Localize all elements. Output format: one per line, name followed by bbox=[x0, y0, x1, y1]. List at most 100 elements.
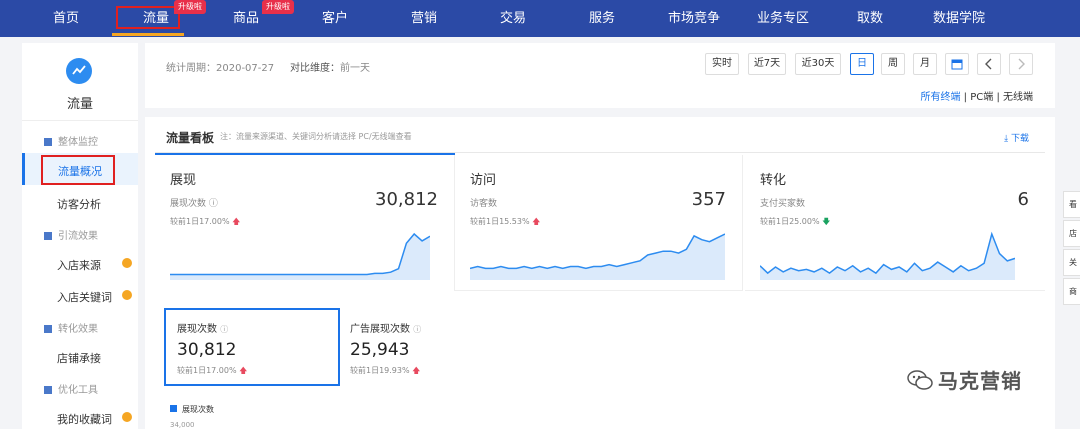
help-icon[interactable]: ⓘ bbox=[220, 325, 228, 334]
metric-compare: 较前1日15.53% 🡅 bbox=[470, 216, 540, 230]
nav-competition[interactable]: 市场竞争 bbox=[661, 0, 727, 37]
kpi-ad-impressions[interactable]: 广告展现次数 ⓘ 25,943 较前1日19.93% 🡅 bbox=[350, 320, 421, 379]
metric-card-visits[interactable]: 访问 访客数 357 较前1日15.53% 🡅 bbox=[455, 155, 743, 291]
group-label: 转化效果 bbox=[58, 324, 98, 335]
chart-legend: 展现次数 bbox=[170, 404, 214, 415]
right-tab-2[interactable]: 店 bbox=[1063, 220, 1080, 247]
metric-subtitle: 展现次数 ⓘ bbox=[170, 196, 218, 209]
sidebar-title: 流量 bbox=[66, 97, 93, 112]
terminal-switch: 所有终端 | PC端 | 无线端 bbox=[920, 88, 1033, 103]
nav-service[interactable]: 服务 bbox=[582, 0, 622, 37]
btn-7days[interactable]: 近7天 bbox=[748, 53, 786, 75]
nav-trade[interactable]: 交易 bbox=[493, 0, 533, 37]
nav-business[interactable]: 业务专区 bbox=[750, 0, 816, 37]
compare-value: 前一天 bbox=[340, 63, 371, 74]
arrow-up-icon: 🡅 bbox=[412, 366, 421, 375]
compare-text: 较前1日17.00% bbox=[177, 366, 237, 375]
btn-realtime[interactable]: 实时 bbox=[705, 53, 739, 75]
group-icon bbox=[44, 232, 52, 240]
board-title: 流量看板 bbox=[166, 131, 215, 145]
metric-card-impressions[interactable]: 展现 展现次数 ⓘ 30,812 较前1日17.00% 🡅 bbox=[155, 155, 455, 291]
group-label: 引流效果 bbox=[58, 231, 98, 242]
group-label: 整体监控 bbox=[58, 137, 98, 148]
right-tab-4[interactable]: 商 bbox=[1063, 278, 1080, 305]
legend-swatch bbox=[170, 405, 177, 412]
compare-text: 较前1日19.93% bbox=[350, 366, 410, 375]
nav-academy[interactable]: 数据学院 bbox=[926, 0, 992, 37]
group-optimize-tools: 优化工具 bbox=[44, 381, 98, 396]
top-navigation: 首页 流量 升级啦 商品 升级啦 客户 营销 交易 服务 市场竞争 业务专区 取… bbox=[0, 0, 1080, 37]
help-icon[interactable]: ⓘ bbox=[209, 199, 218, 209]
nav-product[interactable]: 商品 bbox=[226, 0, 266, 37]
btn-30days[interactable]: 近30天 bbox=[795, 53, 841, 75]
group-conversion: 转化效果 bbox=[44, 320, 98, 335]
sidebar: 流量 整体监控 流量概况 访客分析 引流效果 入店来源 入店关键词 转化效果 店… bbox=[22, 43, 138, 429]
metric-value: 357 bbox=[691, 189, 726, 210]
kpi-label: 广告展现次数 bbox=[350, 324, 410, 335]
sparkline-visits bbox=[470, 233, 725, 280]
group-overall: 整体监控 bbox=[44, 133, 98, 148]
sparkline-area bbox=[760, 234, 1015, 280]
sparkline-line bbox=[170, 232, 430, 276]
y-axis-tick: 34,000 bbox=[170, 421, 195, 429]
arrow-up-icon: 🡅 bbox=[232, 217, 241, 226]
chevron-left-icon[interactable] bbox=[977, 53, 1001, 75]
nav-fetch-data[interactable]: 取数 bbox=[848, 0, 892, 37]
period-toolbar: 统计周期：2020-07-27 对比维度：前一天 实时 近7天 近30天 日 周… bbox=[145, 43, 1055, 108]
kpi-value: 30,812 bbox=[177, 340, 237, 360]
download-link[interactable]: ⤓ 下载 bbox=[1004, 131, 1029, 144]
compare-text: 较前1日15.53% bbox=[470, 217, 530, 226]
new-dot bbox=[122, 412, 132, 422]
traffic-chart-icon bbox=[66, 58, 92, 84]
sidebar-item-store-keywords[interactable]: 入店关键词 bbox=[57, 289, 112, 305]
arrow-up-icon: 🡅 bbox=[532, 217, 541, 226]
new-dot bbox=[122, 290, 132, 300]
terminal-all[interactable]: 所有终端 bbox=[920, 92, 960, 103]
sidebar-item-traffic-overview[interactable]: 流量概况 bbox=[58, 163, 102, 179]
watermark-text: 马克营销 bbox=[938, 369, 1022, 393]
nav-marketing[interactable]: 营销 bbox=[404, 0, 444, 37]
sidebar-item-visitor-analysis[interactable]: 访客分析 bbox=[57, 196, 101, 212]
period-value: 2020-07-27 bbox=[216, 63, 275, 74]
sidebar-item-store-source[interactable]: 入店来源 bbox=[57, 257, 101, 273]
right-tab-3[interactable]: 关 bbox=[1063, 249, 1080, 276]
terminal-wireless[interactable]: 无线端 bbox=[1003, 92, 1033, 103]
upgrade-badge: 升级啦 bbox=[174, 0, 206, 14]
compare-text: 较前1日17.00% bbox=[170, 217, 230, 226]
chevron-right-icon[interactable] bbox=[1009, 53, 1033, 75]
upgrade-badge: 升级啦 bbox=[262, 0, 294, 14]
period-info: 统计周期：2020-07-27 对比维度：前一天 bbox=[166, 59, 370, 74]
right-tab-1[interactable]: 看 bbox=[1063, 191, 1080, 218]
metric-title: 展现 bbox=[170, 173, 197, 188]
arrow-up-icon: 🡅 bbox=[239, 366, 248, 375]
btn-month[interactable]: 月 bbox=[913, 53, 937, 75]
nav-home[interactable]: 首页 bbox=[48, 0, 84, 37]
btn-day[interactable]: 日 bbox=[850, 53, 874, 75]
separator: | bbox=[963, 92, 968, 103]
btn-week[interactable]: 周 bbox=[881, 53, 905, 75]
terminal-pc[interactable]: PC端 bbox=[970, 92, 993, 103]
metric-card-conversion[interactable]: 转化 支付买家数 6 较前1日25.00% 🡇 bbox=[745, 155, 1045, 291]
kpi-impressions[interactable]: 展现次数 ⓘ 30,812 较前1日17.00% 🡅 bbox=[177, 320, 247, 379]
sparkline-area bbox=[170, 234, 430, 280]
metric-value: 30,812 bbox=[375, 189, 438, 210]
help-icon[interactable]: ⓘ bbox=[413, 325, 421, 334]
metric-sub-label: 支付买家数 bbox=[760, 199, 806, 209]
sparkline-conversion bbox=[760, 231, 1015, 280]
group-label: 优化工具 bbox=[58, 385, 98, 396]
sidebar-item-store-landing[interactable]: 店铺承接 bbox=[57, 350, 101, 366]
group-icon bbox=[44, 325, 52, 333]
metric-compare: 较前1日25.00% 🡇 bbox=[760, 216, 830, 230]
wechat-logo bbox=[907, 370, 933, 390]
calendar-icon[interactable] bbox=[945, 53, 969, 75]
sparkline-line bbox=[760, 231, 1015, 275]
sidebar-item-saved-keywords[interactable]: 我的收藏词 bbox=[57, 411, 112, 427]
highlight-box bbox=[116, 6, 180, 29]
group-icon bbox=[44, 386, 52, 394]
nav-customer[interactable]: 客户 bbox=[315, 0, 355, 37]
compare-label: 对比维度： bbox=[290, 63, 341, 74]
download-icon: ⤓ bbox=[1004, 134, 1011, 144]
group-icon bbox=[44, 138, 52, 146]
metric-sub-label: 展现次数 bbox=[170, 199, 207, 209]
metric-title: 访问 bbox=[470, 173, 497, 188]
